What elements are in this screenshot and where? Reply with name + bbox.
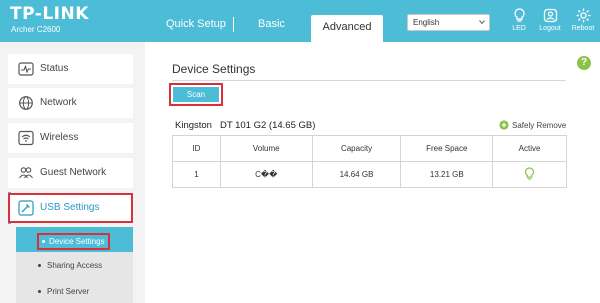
tab-divider (233, 17, 234, 32)
sidebar-item-network[interactable]: Network (8, 88, 133, 118)
col-id-header: ID (172, 135, 221, 162)
scan-highlight: Scan (169, 83, 223, 106)
sidebar: Status Network Wireless Guest Network US (0, 42, 140, 303)
language-select[interactable]: English (407, 14, 490, 31)
submenu-item-device-settings[interactable]: Device Settings (37, 233, 110, 250)
usb-submenu: Device Settings Sharing Access Print Ser… (16, 227, 133, 303)
table-row: 1 C�� 14.64 GB 13.21 GB (172, 161, 567, 188)
sidebar-item-guest-network[interactable]: Guest Network (8, 158, 133, 188)
logout-label: Logout (539, 25, 561, 32)
col-volume-header: Volume (219, 135, 313, 162)
sidebar-item-wireless[interactable]: Wireless (8, 123, 133, 153)
language-value: English (413, 18, 440, 27)
col-capacity-header: Capacity (311, 135, 402, 162)
tab-advanced[interactable]: Advanced (311, 15, 383, 42)
guest-icon (19, 167, 33, 179)
usb-icon (18, 200, 34, 216)
reboot-button[interactable]: Reboot (569, 8, 597, 32)
cell-capacity: 14.64 GB (311, 161, 402, 188)
submenu-item-print-server[interactable]: Print Server (38, 287, 89, 296)
sidebar-item-usb-settings[interactable]: USB Settings (8, 193, 133, 223)
tab-basic[interactable]: Basic (258, 18, 285, 30)
sidebar-item-label: Network (40, 97, 77, 108)
cell-free-space: 13.21 GB (400, 161, 494, 188)
eject-icon (499, 120, 509, 130)
submenu-item-sharing-access[interactable]: Sharing Access (38, 261, 102, 270)
drive-name: Kingston DT 101 G2 (14.65 GB) (175, 120, 315, 131)
chevron-down-icon (479, 20, 485, 25)
submenu-label: Print Server (47, 287, 90, 296)
sidebar-item-label: USB Settings (40, 202, 100, 213)
bullet-icon (38, 264, 41, 268)
brand-logo: TP-LINK (10, 4, 89, 24)
globe-icon (19, 96, 33, 110)
safely-remove-label: Safely Remove (512, 121, 567, 130)
cell-id: 1 (172, 161, 221, 188)
sidebar-item-label: Wireless (40, 132, 79, 143)
col-free-space-header: Free Space (400, 135, 494, 162)
page-title: Device Settings (172, 62, 256, 76)
sidebar-item-label: Guest Network (40, 167, 107, 178)
safely-remove-link[interactable]: Safely Remove (499, 120, 566, 130)
main-panel: ? Device Settings Scan Kingston DT 101 G2… (145, 42, 600, 303)
drive-model: DT 101 G2 (14.65 GB) (219, 120, 316, 131)
led-label: LED (512, 25, 526, 32)
volume-table: ID Volume Capacity Free Space Active 1 C… (172, 135, 567, 188)
sidebar-item-label: Status (40, 63, 69, 74)
scan-button[interactable]: Scan (173, 87, 219, 102)
logout-button[interactable]: Logout (536, 8, 564, 32)
bullet-icon (42, 240, 45, 244)
submenu-label: Device Settings (49, 237, 105, 246)
table-header-row: ID Volume Capacity Free Space Active (172, 135, 567, 162)
model-name: Archer C2600 (11, 25, 61, 34)
help-icon[interactable]: ? (577, 56, 591, 70)
reboot-label: Reboot (571, 25, 595, 32)
status-icon (18, 62, 34, 76)
cell-volume: C�� (219, 161, 313, 188)
wireless-icon (18, 130, 34, 146)
col-active-header: Active (492, 135, 567, 162)
top-header: TP-LINK Archer C2600 Quick Setup Basic A… (0, 0, 600, 42)
led-icon (513, 8, 525, 22)
bullet-icon (38, 290, 41, 294)
title-divider (172, 80, 566, 81)
cell-active[interactable] (492, 161, 567, 188)
logout-icon (543, 8, 557, 23)
tab-quick-setup[interactable]: Quick Setup (166, 18, 226, 30)
sidebar-item-status[interactable]: Status (8, 54, 133, 84)
drive-vendor: Kingston (175, 120, 212, 131)
reboot-icon (576, 8, 590, 23)
bulb-icon (525, 166, 535, 180)
submenu-label: Sharing Access (47, 261, 103, 270)
led-button[interactable]: LED (505, 8, 533, 32)
